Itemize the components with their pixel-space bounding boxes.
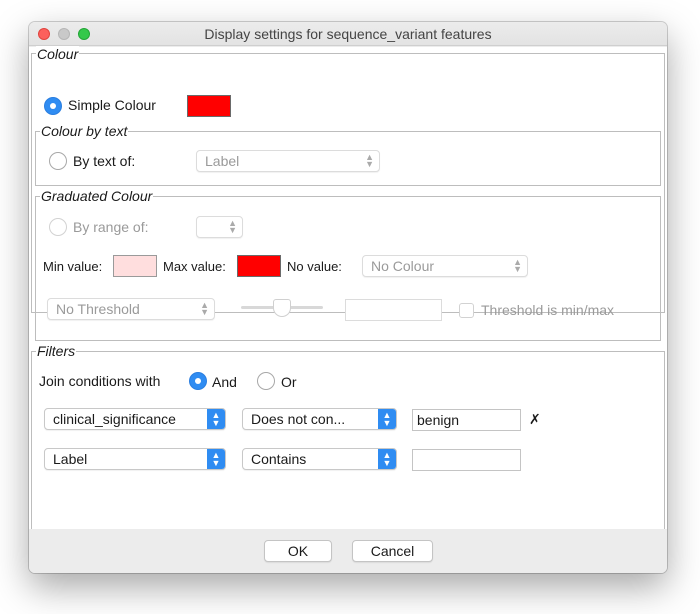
remove-condition-icon[interactable]: ✗	[529, 411, 541, 428]
threshold-slider-thumb[interactable]	[273, 299, 291, 317]
chevron-updown-icon: ▲ ▼	[200, 300, 209, 317]
condition-attribute-select[interactable]: Label ▲ ▼	[44, 448, 226, 470]
colour-legend: Colour	[36, 46, 80, 62]
no-value-select[interactable]: No Colour ▲ ▼	[362, 255, 528, 277]
dialog-content: Colour Simple Colour Colour by text By t…	[29, 46, 667, 551]
condition-operator-value: Does not con...	[251, 411, 346, 427]
by-text-attribute-select[interactable]: Label ▲ ▼	[196, 150, 380, 172]
join-or-label: Or	[281, 374, 297, 390]
filters-legend: Filters	[36, 343, 77, 359]
by-range-label: By range of:	[73, 219, 149, 235]
simple-colour-radio[interactable]	[44, 97, 62, 115]
threshold-select[interactable]: No Threshold ▲ ▼	[47, 298, 215, 320]
condition-operator-value: Contains	[251, 451, 307, 467]
condition-attribute-value: clinical_significance	[53, 411, 176, 427]
condition-operator-select[interactable]: Contains ▲ ▼	[242, 448, 397, 470]
simple-colour-swatch[interactable]	[187, 95, 231, 117]
simple-colour-label: Simple Colour	[68, 97, 156, 113]
chevron-updown-icon: ▲ ▼	[207, 449, 225, 469]
condition-value-field[interactable]: benign	[412, 409, 521, 431]
chevron-updown-icon: ▲ ▼	[228, 218, 237, 235]
join-conditions-label: Join conditions with	[39, 373, 161, 389]
no-value-label: No value:	[287, 259, 342, 274]
threshold-select-value: No Threshold	[56, 301, 140, 317]
join-and-radio[interactable]	[189, 372, 207, 390]
join-or-radio[interactable]	[257, 372, 275, 390]
window-title: Display settings for sequence_variant fe…	[204, 26, 492, 42]
cancel-button[interactable]: Cancel	[352, 540, 433, 562]
by-range-radio[interactable]	[49, 218, 67, 236]
chevron-updown-icon: ▲ ▼	[365, 152, 374, 169]
threshold-is-minmax-label: Threshold is min/max	[481, 302, 615, 318]
chevron-updown-icon: ▲ ▼	[513, 257, 522, 274]
by-text-label: By text of:	[73, 153, 136, 169]
by-range-attribute-select[interactable]: ▲ ▼	[196, 216, 243, 238]
dialog-footer: OK Cancel	[29, 529, 667, 573]
condition-value-field[interactable]	[412, 449, 521, 471]
max-colour-swatch[interactable]	[237, 255, 281, 277]
graduated-colour-legend: Graduated Colour	[40, 188, 154, 204]
by-text-radio[interactable]	[49, 152, 67, 170]
condition-operator-select[interactable]: Does not con... ▲ ▼	[242, 408, 397, 430]
by-text-attribute-value: Label	[205, 153, 240, 169]
threshold-value-field[interactable]	[345, 299, 442, 321]
min-value-label: Min value:	[43, 259, 103, 274]
no-value-select-value: No Colour	[371, 258, 435, 274]
min-colour-swatch[interactable]	[113, 255, 157, 277]
chevron-updown-icon: ▲ ▼	[207, 409, 225, 429]
max-value-label: Max value:	[163, 259, 226, 274]
threshold-is-minmax-checkbox[interactable]	[459, 303, 474, 318]
title-bar: Display settings for sequence_variant fe…	[29, 22, 667, 46]
condition-attribute-select[interactable]: clinical_significance ▲ ▼	[44, 408, 226, 430]
chevron-updown-icon: ▲ ▼	[378, 449, 396, 469]
display-settings-dialog: Display settings for sequence_variant fe…	[29, 22, 667, 573]
ok-button[interactable]: OK	[264, 540, 332, 562]
colour-by-text-legend: Colour by text	[40, 123, 129, 139]
join-and-label: And	[212, 374, 237, 390]
chevron-updown-icon: ▲ ▼	[378, 409, 396, 429]
condition-attribute-value: Label	[53, 451, 88, 467]
